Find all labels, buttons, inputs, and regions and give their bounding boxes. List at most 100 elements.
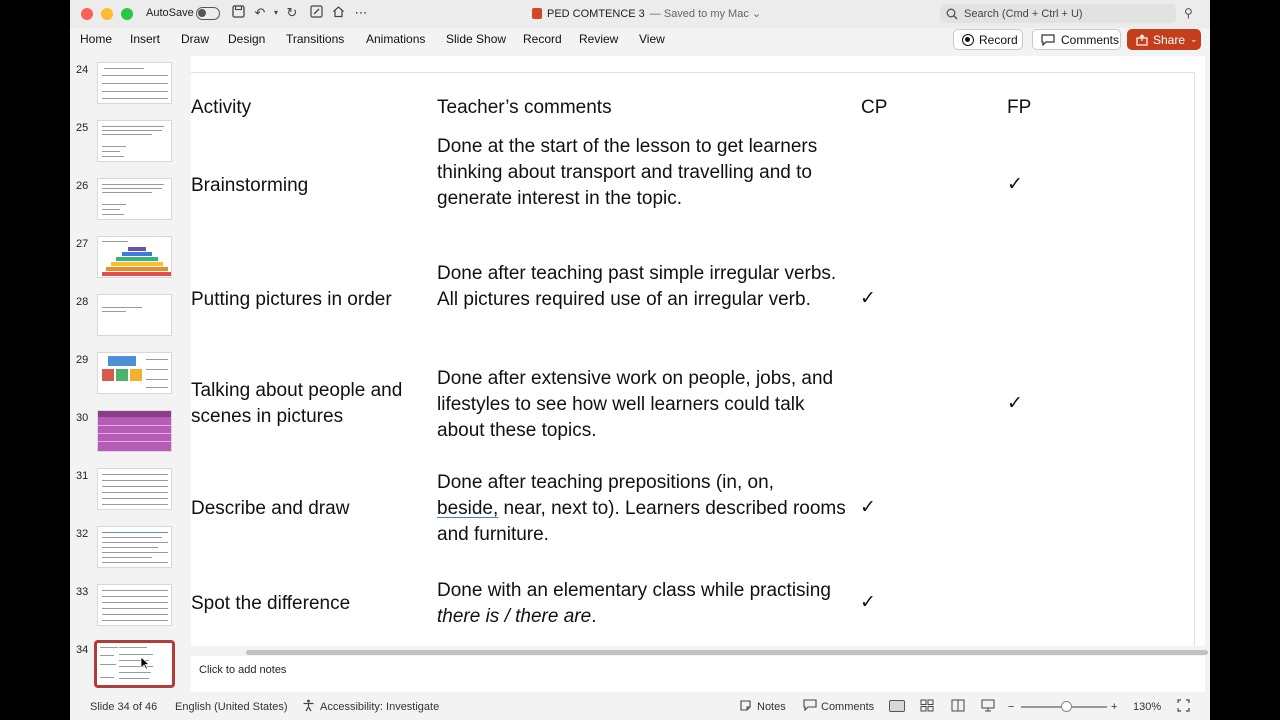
comment-italic-text: there is / there are — [437, 606, 592, 627]
zoom-level[interactable]: 130% — [1133, 701, 1161, 713]
home-icon[interactable] — [330, 5, 346, 21]
activity-cell: Brainstorming — [191, 175, 309, 196]
thumbnail-image — [97, 584, 172, 626]
comment-cell: Done after extensive work on people, job… — [437, 368, 834, 441]
comments-button[interactable]: Comments — [1032, 29, 1121, 50]
tab-insert[interactable]: Insert — [130, 32, 160, 46]
thumbnail-slide-28[interactable]: 28 — [70, 294, 188, 344]
search-placeholder: Search (Cmd + Ctrl + U) — [964, 7, 1083, 20]
slide-sorter-icon[interactable] — [920, 699, 934, 715]
thumbnail-slide-32[interactable]: 32 — [70, 526, 188, 576]
fit-to-window-icon[interactable] — [1177, 699, 1190, 715]
comment-text: Done after teaching prepositions (in, on… — [437, 472, 774, 493]
thumbnail-slide-30[interactable]: 30 — [70, 410, 188, 460]
thumbnail-number: 28 — [76, 296, 89, 308]
header-teachers-comments: Teacher’s comments — [437, 97, 612, 118]
autosave-toggle[interactable] — [196, 7, 220, 20]
slide-counter: Slide 34 of 46 — [90, 701, 158, 713]
accessibility-status[interactable]: Accessibility: Investigate — [320, 701, 439, 713]
mouse-cursor-icon — [140, 656, 150, 670]
comment-text: Done with an elementary class while prac… — [437, 580, 831, 601]
undo-dropdown-icon[interactable]: ▾ — [268, 5, 284, 21]
slide-canvas[interactable]: Activity Teacher’s comments CP FP Brains… — [191, 56, 1205, 646]
thumbnail-number: 34 — [76, 644, 89, 656]
share-button[interactable]: Share ⌄ — [1127, 29, 1201, 50]
zoom-out-icon[interactable]: − — [1008, 701, 1014, 713]
reading-view-icon[interactable] — [951, 699, 965, 715]
thumbnail-slide-27[interactable]: 27 — [70, 236, 188, 286]
thumbnail-number: 26 — [76, 180, 89, 192]
close-window-button[interactable] — [81, 8, 93, 20]
powerpoint-window: AutoSave ↶ ▾ ↻ ⋯ PED COMTENCE 3 — Saved … — [70, 0, 1210, 720]
title-bar: AutoSave ↶ ▾ ↻ ⋯ PED COMTENCE 3 — Saved … — [70, 0, 1210, 28]
saved-status: — Saved to my Mac ⌄ — [649, 8, 762, 20]
search-input[interactable]: Search (Cmd + Ctrl + U) — [940, 4, 1176, 23]
thumbnail-image — [97, 294, 172, 336]
slide-thumbnail-pane[interactable]: 24 25 26 27 28 29 30 31 32 33 34 — [70, 56, 188, 694]
edit-icon[interactable] — [308, 5, 324, 21]
thumbnail-number: 32 — [76, 528, 89, 540]
activity-cell: Putting pictures in order — [191, 289, 392, 310]
tab-view[interactable]: View — [639, 32, 665, 46]
search-icon — [946, 8, 958, 19]
thumbnail-number: 24 — [76, 64, 89, 76]
comments-button-label: Comments — [1061, 32, 1120, 47]
thumbnail-number: 27 — [76, 238, 89, 250]
language-indicator[interactable]: English (United States) — [175, 701, 288, 713]
document-title[interactable]: PED COMTENCE 3 — Saved to my Mac ⌄ — [532, 7, 761, 20]
notes-pane[interactable]: Click to add notes — [191, 656, 1205, 692]
tab-record[interactable]: Record — [523, 32, 562, 46]
notes-button[interactable]: Notes — [757, 701, 786, 713]
share-icon — [1136, 33, 1148, 46]
thumbnail-image-selected — [94, 640, 175, 688]
thumbnail-slide-24[interactable]: 24 — [70, 62, 188, 112]
tab-home[interactable]: Home — [80, 32, 112, 46]
header-cp: CP — [861, 97, 888, 118]
comments-status-button[interactable]: Comments — [821, 701, 874, 713]
document-name: PED COMTENCE 3 — [547, 7, 645, 20]
activity-cell: Spot the difference — [191, 593, 351, 614]
slide-show-icon[interactable] — [981, 699, 995, 715]
share-person-icon[interactable]: ⚲ — [1184, 6, 1193, 20]
thumbnail-slide-31[interactable]: 31 — [70, 468, 188, 518]
activity-cell: Describe and draw — [191, 498, 350, 519]
undo-icon[interactable]: ↶ — [252, 5, 268, 21]
tab-draw[interactable]: Draw — [181, 32, 209, 46]
tab-animations[interactable]: Animations — [366, 32, 425, 46]
thumbnail-slide-33[interactable]: 33 — [70, 584, 188, 634]
thumbnail-slide-26[interactable]: 26 — [70, 178, 188, 228]
thumbnail-number: 33 — [76, 586, 89, 598]
tab-slide-show[interactable]: Slide Show — [446, 32, 506, 46]
maximize-window-button[interactable] — [121, 8, 133, 20]
tab-transitions[interactable]: Transitions — [286, 32, 344, 46]
minimize-window-button[interactable] — [101, 8, 113, 20]
tab-review[interactable]: Review — [579, 32, 618, 46]
status-bar: Slide 34 of 46 English (United States) A… — [70, 694, 1210, 720]
autosave-label: AutoSave — [146, 7, 194, 19]
thumbnail-image — [97, 178, 172, 220]
normal-view-icon[interactable] — [889, 700, 905, 712]
thumbnail-number: 29 — [76, 354, 89, 366]
share-button-label: Share — [1153, 32, 1186, 47]
accessibility-icon — [302, 699, 315, 715]
cp-check-mark: ✓ — [860, 497, 876, 518]
comment-icon — [803, 699, 817, 714]
save-icon[interactable] — [230, 5, 246, 21]
notes-placeholder: Click to add notes — [199, 664, 287, 676]
cp-check-mark: ✓ — [860, 592, 876, 613]
thumbnail-slide-25[interactable]: 25 — [70, 120, 188, 170]
zoom-in-icon[interactable]: + — [1111, 701, 1117, 713]
redo-icon[interactable]: ↻ — [284, 5, 300, 21]
chevron-down-icon: ⌄ — [1190, 34, 1198, 44]
thumbnail-slide-29[interactable]: 29 — [70, 352, 188, 402]
header-fp: FP — [1007, 97, 1032, 118]
record-button[interactable]: Record — [953, 29, 1023, 50]
thumbnail-slide-34[interactable]: 34 — [70, 640, 188, 690]
more-icon[interactable]: ⋯ — [353, 5, 369, 21]
zoom-slider-handle[interactable] — [1061, 701, 1072, 712]
thumbnail-image — [97, 352, 172, 394]
horizontal-scrollbar[interactable] — [246, 650, 1208, 655]
thumbnail-number: 30 — [76, 412, 89, 424]
record-button-label: Record — [979, 32, 1018, 47]
tab-design[interactable]: Design — [228, 32, 265, 46]
